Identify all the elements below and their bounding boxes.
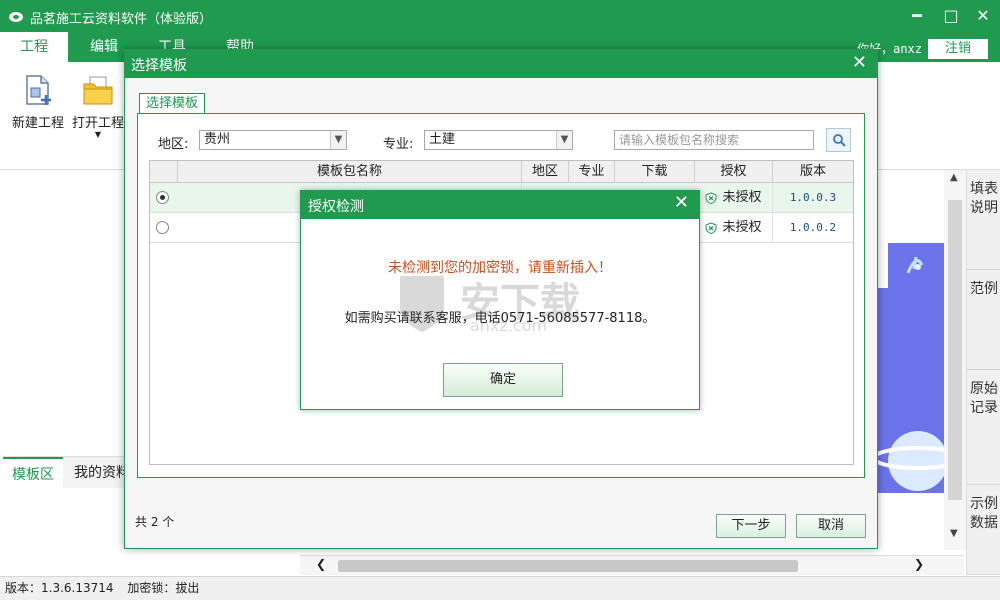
new-project-button[interactable]: 新建工程 — [8, 74, 68, 131]
template-version: 1.0.0.3 — [789, 191, 837, 204]
app-logo-icon — [9, 12, 23, 22]
version-text: 版本：1.3.6.13714 — [5, 581, 114, 595]
tab-edit[interactable]: 编辑 — [80, 32, 128, 62]
maximize-button[interactable]: □ — [940, 5, 962, 27]
horizontal-scroll-thumb[interactable] — [338, 560, 798, 572]
auth-warning-text: 未检测到您的加密锁，请重新插入！ — [388, 260, 612, 276]
dropdown-caret-icon[interactable]: ▼ — [68, 131, 128, 139]
rail-examples[interactable]: 范例 — [967, 270, 1000, 370]
column-header-download[interactable]: 下载 — [615, 161, 695, 183]
row-radio[interactable] — [156, 221, 169, 234]
scroll-up-icon[interactable]: ▲ — [950, 172, 958, 183]
rail-sample-data[interactable]: 示例数据 — [967, 485, 1000, 575]
chevron-down-icon[interactable]: ▼ — [330, 131, 346, 149]
status-bar: 版本：1.3.6.13714 加密锁：拔出 — [0, 576, 1000, 600]
next-step-button[interactable]: 下一步 — [716, 514, 786, 538]
close-icon[interactable]: ✕ — [674, 192, 689, 213]
lock-status-text: 加密锁：拔出 — [127, 581, 200, 595]
auth-dialog-title: 授权检测 — [308, 199, 364, 215]
rail-fill-instructions[interactable]: 填表说明 — [967, 170, 1000, 270]
auth-status-text: 未授权 — [722, 190, 762, 205]
major-label: 专业: — [383, 137, 414, 152]
tab-project[interactable]: 工程 — [0, 32, 68, 62]
auth-status: 未授权 — [695, 183, 773, 213]
column-header-name[interactable]: 模板包名称 — [178, 161, 522, 183]
major-value: 土建 — [429, 132, 456, 147]
cancel-button[interactable]: 取消 — [796, 514, 866, 538]
auth-check-dialog: 授权检测 ✕ 未检测到您的加密锁，请重新插入！ 如需购买请联系客服，电话0571… — [300, 190, 700, 410]
right-rail: 填表说明 范例 原始记录 示例数据 — [966, 170, 1000, 575]
title-bar: 品茗施工云资料软件（体验版） ━ □ ✕ — [0, 0, 1000, 32]
template-count: 共 2 个 — [135, 515, 175, 529]
dialog-title: 选择模板 — [131, 58, 187, 74]
horizontal-scrollbar[interactable]: ❮ ❯ — [300, 555, 964, 575]
minimize-button[interactable]: ━ — [906, 5, 928, 27]
preview-illustration — [878, 243, 944, 493]
shield-x-icon — [705, 191, 717, 204]
folder-icon — [83, 76, 113, 105]
auth-status: 未授权 — [695, 213, 773, 243]
region-select[interactable]: 贵州 ▼ — [199, 130, 347, 150]
column-header-region[interactable]: 地区 — [522, 161, 569, 183]
logout-button[interactable]: 注销 — [928, 39, 988, 59]
auth-status-text: 未授权 — [722, 220, 762, 235]
search-button[interactable] — [826, 128, 851, 152]
column-header-select — [150, 161, 178, 183]
dialog-header: 选择模板 ✕ — [125, 50, 877, 78]
shield-x-icon — [705, 221, 717, 234]
auth-dialog-header: 授权检测 ✕ — [301, 191, 699, 219]
vertical-scroll-thumb[interactable] — [948, 200, 962, 500]
chevron-down-icon[interactable]: ▼ — [556, 131, 572, 149]
row-radio[interactable] — [156, 191, 169, 204]
major-select[interactable]: 土建 ▼ — [424, 130, 573, 150]
auth-info-text: 如需购买请联系客服，电话0571-56085577-8118。 — [344, 311, 656, 326]
tab-template-area[interactable]: 模板区 — [3, 457, 63, 489]
open-project-label: 打开工程 — [71, 116, 124, 131]
template-search-input[interactable]: 请输入模板包名称搜索 — [614, 130, 814, 150]
tab-select-template[interactable]: 选择模板 — [139, 93, 205, 114]
search-icon — [832, 134, 846, 147]
region-value: 贵州 — [204, 132, 231, 147]
close-window-button[interactable]: ✕ — [972, 5, 994, 27]
new-project-icon — [26, 75, 51, 105]
open-project-button[interactable]: 打开工程 ▼ — [68, 74, 128, 139]
column-header-version[interactable]: 版本 — [773, 161, 853, 183]
scroll-down-icon[interactable]: ▼ — [950, 528, 958, 539]
scroll-right-icon[interactable]: ❯ — [914, 557, 924, 571]
planet-illustration — [878, 243, 944, 491]
column-header-auth[interactable]: 授权 — [695, 161, 773, 183]
new-project-label: 新建工程 — [11, 116, 64, 131]
app-title: 品茗施工云资料软件（体验版） — [30, 12, 213, 27]
vertical-scrollbar[interactable]: ▲ ▼ — [944, 170, 966, 550]
dialog-close-icon[interactable]: ✕ — [852, 52, 867, 73]
column-header-major[interactable]: 专业 — [569, 161, 615, 183]
scroll-left-icon[interactable]: ❮ — [316, 557, 326, 571]
confirm-button[interactable]: 确定 — [443, 363, 563, 397]
rail-original-records[interactable]: 原始记录 — [967, 370, 1000, 485]
template-version: 1.0.0.2 — [789, 221, 837, 234]
region-label: 地区: — [158, 137, 189, 152]
